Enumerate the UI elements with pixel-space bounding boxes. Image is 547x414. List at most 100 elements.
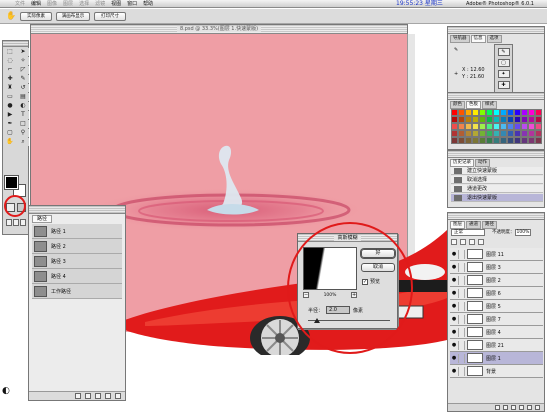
clone-stamp-tool-icon[interactable]: ♜ [4,84,16,92]
swatch-chip[interactable] [493,109,500,116]
zoom-tool-icon[interactable]: ⌕ [17,138,29,146]
lock-all-icon[interactable] [478,239,484,245]
notes-tool-icon[interactable]: ▢ [4,129,16,137]
menu-view[interactable]: 视图 [108,0,124,8]
visibility-eye-icon[interactable]: ● [450,303,458,309]
swatch-chip[interactable] [465,130,472,137]
blend-mode-select[interactable]: 正常 [451,229,485,236]
tab-options[interactable]: 选项 [486,35,502,43]
print-size-button[interactable]: 打印尺寸 [94,12,126,21]
visibility-eye-icon[interactable]: ● [450,264,458,270]
tab-styles[interactable]: 样式 [482,101,497,109]
swatch-chip[interactable] [507,130,514,137]
pen-tool-icon[interactable]: ✒ [4,120,16,128]
dropper-icon[interactable]: ✚ [497,81,510,89]
full-screen-menu-icon[interactable] [13,219,19,226]
standard-screen-icon[interactable] [6,219,12,226]
layer-comps-icon[interactable]: ✦ [497,70,510,78]
menu-filter[interactable]: 滤镜 [92,0,108,8]
zoom-in-button[interactable]: + [351,292,357,298]
path-selection-tool-icon[interactable]: ▶ [4,111,16,119]
swatch-chip[interactable] [451,137,458,144]
layer-row[interactable]: ● 图层 5 [450,300,543,313]
tab-channels[interactable]: 通道 [466,221,481,229]
swatch-grid[interactable] [451,109,542,144]
swatch-chip[interactable] [521,137,528,144]
info-palette-title-bar[interactable] [448,27,544,34]
lock-position-icon[interactable] [469,239,475,245]
lock-pixels-icon[interactable] [460,239,466,245]
filter-preview[interactable] [303,247,357,290]
layer-link-icon[interactable] [458,340,465,350]
visibility-eye-icon[interactable]: ● [450,355,458,361]
tab-paths[interactable]: 路径 [32,215,53,223]
radius-slider[interactable] [308,318,390,324]
visibility-eye-icon[interactable]: ● [450,316,458,322]
swatch-chip[interactable] [479,123,486,130]
swatch-chip[interactable] [451,109,458,116]
dodge-tool-icon[interactable]: ◐ [17,102,29,110]
swatches-palette-title-bar[interactable] [448,93,544,100]
tab-paths-right[interactable]: 路径 [482,221,497,229]
type-tool-icon[interactable]: T [17,111,29,119]
swatch-chip[interactable] [528,109,535,116]
layer-link-icon[interactable] [458,327,465,337]
swatch-chip[interactable] [479,109,486,116]
swatch-chip[interactable] [535,123,542,130]
quick-mask-mode-icon[interactable] [17,203,26,212]
swatch-chip[interactable] [451,123,458,130]
full-screen-icon[interactable] [20,219,26,226]
tab-color[interactable]: 颜色 [450,101,465,109]
swatch-chip[interactable] [465,123,472,130]
zoom-out-button[interactable]: − [303,292,309,298]
menu-edit[interactable]: 编辑 [28,0,44,8]
layer-link-icon[interactable] [458,262,465,272]
swatch-chip[interactable] [472,109,479,116]
ok-button[interactable]: 好 [361,249,395,258]
menu-file[interactable]: 文件 [12,0,28,8]
history-state[interactable]: 建立快速蒙版 [451,167,543,175]
swatch-chip[interactable] [507,116,514,123]
fill-path-icon[interactable] [75,393,81,399]
move-tool-icon[interactable]: ➤ [17,48,29,56]
swatch-chip[interactable] [486,130,493,137]
document-title-bar[interactable]: 8.psd @ 33.3%(图层 1.快速蒙版) [31,25,407,34]
visibility-eye-icon[interactable]: ● [450,277,458,283]
radius-input[interactable]: 2.0 [326,306,351,314]
swatch-chip[interactable] [514,109,521,116]
layer-link-icon[interactable] [458,275,465,285]
swatch-chip[interactable] [472,123,479,130]
screen-mode-buttons[interactable] [6,219,26,227]
swatch-chip[interactable] [514,137,521,144]
tab-info[interactable]: 信息 [470,35,486,43]
swatch-chip[interactable] [486,109,493,116]
visibility-eye-icon[interactable]: ● [450,290,458,296]
swatch-chip[interactable] [465,137,472,144]
swatch-chip[interactable] [500,109,507,116]
swatch-chip[interactable] [493,116,500,123]
opacity-field[interactable]: 100% [514,229,531,236]
quick-mask-toggle[interactable] [6,203,26,213]
lock-transparency-icon[interactable] [451,239,457,245]
menu-layer[interactable]: 图层 [60,0,76,8]
swatch-chip[interactable] [493,130,500,137]
history-state[interactable]: 通道更改 [451,185,543,193]
swatch-chip[interactable] [500,137,507,144]
swatch-chip[interactable] [514,130,521,137]
stroke-path-icon[interactable] [85,393,91,399]
gradient-tool-icon[interactable]: ▤ [17,93,29,101]
healing-tool-icon[interactable]: ✚ [4,75,16,83]
history-state-current[interactable]: 退出快速蒙版 [451,194,543,202]
tab-history[interactable]: 历史记录 [450,159,474,167]
layers-palette-title-bar[interactable] [448,213,544,220]
history-palette-title-bar[interactable] [448,151,544,158]
swatch-chip[interactable] [521,109,528,116]
actual-pixels-button[interactable]: 实际像素 [20,12,52,21]
swatch-chip[interactable] [465,109,472,116]
layer-link-icon[interactable] [458,353,465,363]
layer-row[interactable]: ● 背景 [450,365,543,378]
layer-link-icon[interactable] [458,288,465,298]
swatch-chip[interactable] [500,116,507,123]
blur-tool-icon[interactable]: ● [4,102,16,110]
swatch-chip[interactable] [507,109,514,116]
